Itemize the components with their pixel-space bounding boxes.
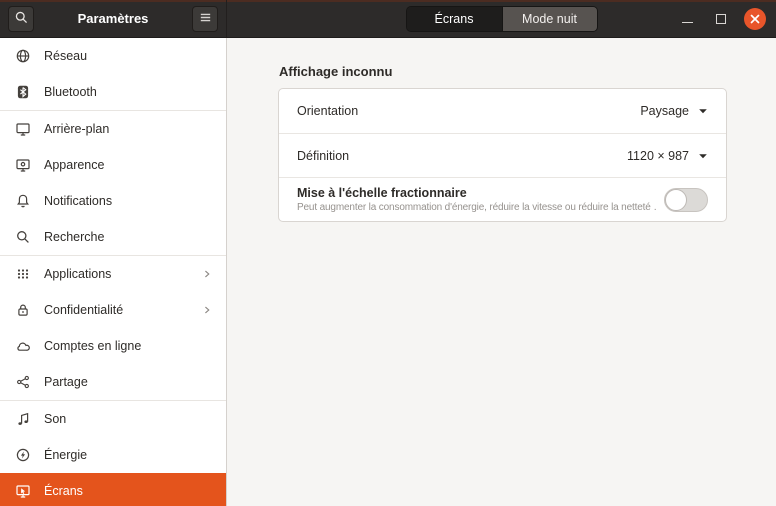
music-note-icon (15, 411, 31, 427)
orientation-label: Orientation (297, 104, 359, 118)
orientation-value: Paysage (640, 104, 689, 118)
definition-dropdown[interactable]: 1120 × 987 (627, 149, 708, 163)
titlebar-sidebar-section: Paramètres (0, 0, 227, 37)
dropdown-arrow-icon (698, 106, 708, 116)
cloud-icon (15, 338, 31, 354)
header-tab-group: Écrans Mode nuit (405, 5, 598, 32)
minimize-button[interactable] (676, 8, 698, 30)
tab-ecrans[interactable]: Écrans (406, 6, 502, 31)
background-monitor-icon (15, 121, 31, 137)
tab-mode-nuit[interactable]: Mode nuit (501, 6, 597, 31)
close-button[interactable] (744, 8, 766, 30)
definition-row[interactable]: Définition 1120 × 987 (279, 133, 726, 177)
window-controls (676, 0, 766, 38)
fractional-scaling-description: Peut augmenter la consommation d'énergie… (297, 202, 656, 214)
orientation-dropdown[interactable]: Paysage (640, 104, 708, 118)
maximize-button[interactable] (710, 8, 732, 30)
fractional-scaling-toggle[interactable] (664, 187, 708, 212)
toggle-knob (665, 188, 687, 211)
sidebar-item-recherche[interactable]: Recherche (0, 219, 226, 255)
sidebar-item-label: Son (44, 412, 67, 426)
sidebar-item-confidentialite[interactable]: Confidentialité (0, 292, 226, 328)
definition-label: Définition (297, 148, 350, 163)
section-heading: Affichage inconnu (279, 64, 393, 79)
sidebar-item-label: Arrière-plan (44, 122, 110, 136)
sidebar-item-label: Énergie (44, 448, 88, 462)
sidebar-item-apparence[interactable]: Apparence (0, 147, 226, 183)
sidebar-item-label: Apparence (44, 158, 105, 172)
titlebar-main-section: Écrans Mode nuit (227, 0, 776, 37)
maximize-icon (716, 14, 726, 24)
sidebar-item-label: Notifications (44, 194, 113, 208)
search-icon (14, 10, 29, 28)
sidebar-item-son[interactable]: Son (0, 401, 226, 437)
chevron-right-icon (200, 267, 214, 281)
sidebar-item-applications[interactable]: Applications (0, 256, 226, 292)
appearance-monitor-icon (15, 157, 31, 173)
sidebar-item-energie[interactable]: Énergie (0, 437, 226, 473)
sidebar-item-arriere-plan[interactable]: Arrière-plan (0, 111, 226, 147)
sidebar-item-label: Confidentialité (44, 303, 124, 317)
fractional-scaling-text: Mise à l'échelle fractionnaire Peut augme… (297, 179, 656, 221)
search-icon (15, 229, 31, 245)
sidebar-item-notifications[interactable]: Notifications (0, 183, 226, 219)
network-globe-icon (15, 48, 31, 64)
sidebar-item-label: Réseau (44, 49, 88, 63)
sidebar-item-label: Bluetooth (44, 85, 97, 99)
sidebar-item-bluetooth[interactable]: Bluetooth (0, 74, 226, 110)
sidebar-item-label: Recherche (44, 230, 105, 244)
display-settings-panel: Orientation Paysage Définition 1120 × 987 Mi… (278, 88, 727, 222)
window-body: Réseau Bluetooth Arrière-plan Apparence Noti… (0, 38, 776, 506)
definition-text: Définition (297, 142, 627, 170)
bell-icon (15, 193, 31, 209)
sidebar-item-label: Applications (44, 267, 112, 281)
menu-button[interactable] (192, 5, 218, 32)
window-title: Paramètres (77, 11, 149, 26)
settings-window: Paramètres Écrans Mode nuit Réseau Bluet… (0, 0, 776, 506)
share-icon (15, 374, 31, 390)
titlebar: Paramètres Écrans Mode nuit (0, 0, 776, 38)
sidebar-item-label: Écrans (44, 484, 83, 498)
close-icon (750, 12, 760, 27)
fractional-scaling-label: Mise à l'échelle fractionnaire (297, 185, 467, 200)
lock-icon (15, 302, 31, 318)
sidebar-item-comptes-en-ligne[interactable]: Comptes en ligne (0, 328, 226, 364)
definition-value: 1120 × 987 (627, 148, 689, 163)
chevron-right-icon (200, 303, 214, 317)
apps-grid-icon (15, 266, 31, 282)
dropdown-arrow-icon (698, 151, 708, 161)
fractional-scaling-row: Mise à l'échelle fractionnaire Peut augme… (279, 177, 726, 221)
bluetooth-icon (15, 84, 31, 100)
sidebar-item-ecrans[interactable]: Écrans (0, 473, 226, 506)
minimize-icon (681, 21, 693, 23)
sidebar-item-partage[interactable]: Partage (0, 364, 226, 400)
sidebar: Réseau Bluetooth Arrière-plan Apparence Noti… (0, 38, 227, 506)
sidebar-item-reseau[interactable]: Réseau (0, 38, 226, 74)
hamburger-icon (198, 10, 213, 28)
displays-icon (15, 483, 31, 499)
sidebar-item-label: Comptes en ligne (44, 339, 142, 353)
power-icon (15, 447, 31, 463)
sidebar-item-label: Partage (44, 375, 88, 389)
orientation-text: Orientation (297, 97, 640, 125)
search-button[interactable] (8, 5, 34, 32)
main-content: Affichage inconnu Orientation Paysage Défi… (227, 38, 776, 506)
orientation-row[interactable]: Orientation Paysage (279, 89, 726, 133)
